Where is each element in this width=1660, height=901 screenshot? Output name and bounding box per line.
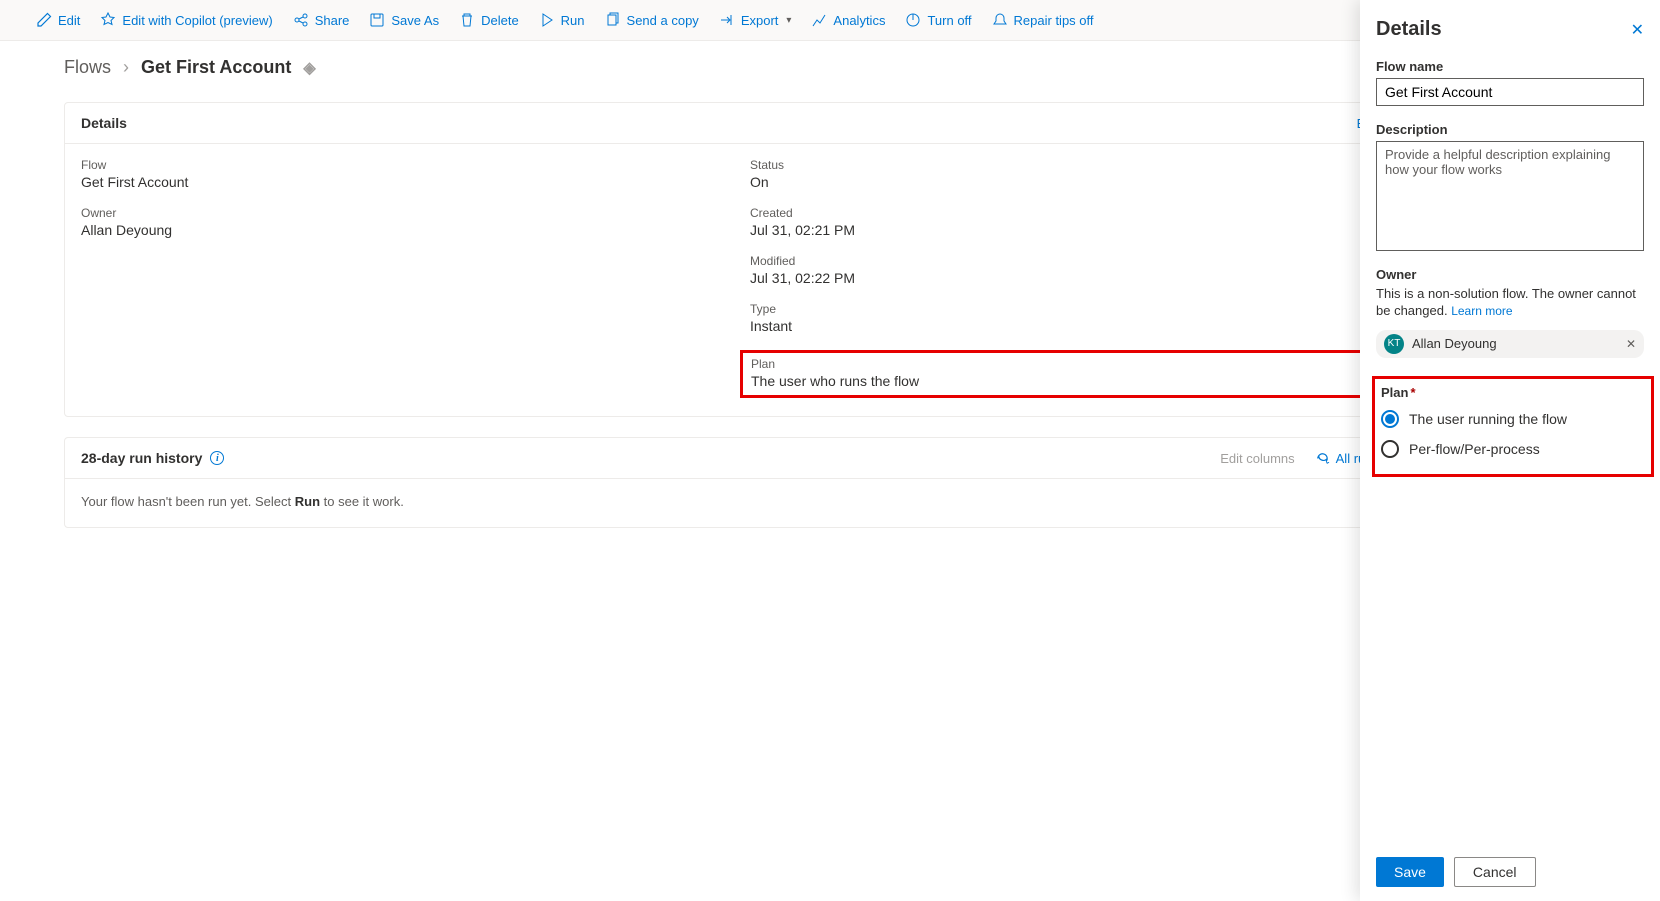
- flow-name-input[interactable]: [1376, 78, 1644, 106]
- play-icon: [539, 12, 555, 28]
- run-button[interactable]: Run: [531, 8, 593, 32]
- edit-copilot-button[interactable]: Edit with Copilot (preview): [92, 8, 280, 32]
- details-card: Details Edit Flow Get First Account Owne…: [64, 102, 1396, 417]
- refresh-icon: [1315, 451, 1330, 466]
- info-icon[interactable]: i: [210, 451, 224, 465]
- details-card-title: Details: [81, 115, 127, 131]
- trash-icon: [459, 12, 475, 28]
- share-button[interactable]: Share: [285, 8, 358, 32]
- send-copy-button[interactable]: Send a copy: [597, 8, 707, 32]
- run-history-note: Your flow hasn't been run yet. Select Ru…: [81, 494, 404, 509]
- owner-note: This is a non-solution flow. The owner c…: [1376, 286, 1644, 320]
- edit-columns-link[interactable]: Edit columns: [1220, 451, 1294, 466]
- radio-unselected-icon: [1381, 440, 1399, 458]
- radio-selected-icon: [1381, 410, 1399, 428]
- details-pane: Details ✕ Flow name Description Owner Th…: [1360, 0, 1660, 901]
- delete-button[interactable]: Delete: [451, 8, 527, 32]
- owner-label: Owner: [1376, 267, 1644, 282]
- breadcrumb-root[interactable]: Flows: [64, 57, 111, 78]
- power-icon: [905, 12, 921, 28]
- run-history-card: 28-day run history i Edit columns All ru…: [64, 437, 1396, 528]
- cancel-button[interactable]: Cancel: [1454, 857, 1536, 887]
- plan-option-user[interactable]: The user running the flow: [1381, 404, 1641, 434]
- edit-button[interactable]: Edit: [28, 8, 88, 32]
- flow-name-label: Flow name: [1376, 59, 1644, 74]
- pane-title: Details: [1376, 18, 1442, 41]
- turn-off-button[interactable]: Turn off: [897, 8, 979, 32]
- share-icon: [293, 12, 309, 28]
- status-field: Status On: [750, 158, 1379, 190]
- plan-field: Plan The user who runs the flow: [751, 357, 1266, 389]
- premium-icon: ◈: [303, 58, 315, 78]
- close-icon[interactable]: ✕: [1631, 20, 1644, 40]
- description-input[interactable]: [1376, 141, 1644, 251]
- repair-tips-button[interactable]: Repair tips off: [984, 8, 1102, 32]
- owner-field: Owner Allan Deyoung: [81, 206, 710, 238]
- breadcrumb-current: Get First Account: [141, 57, 291, 78]
- modified-field: Modified Jul 31, 02:22 PM: [750, 254, 1379, 286]
- breadcrumb-separator: ›: [123, 57, 129, 78]
- copilot-icon: [100, 12, 116, 28]
- save-button[interactable]: Save: [1376, 857, 1444, 887]
- copy-icon: [605, 12, 621, 28]
- owner-chip: KT Allan Deyoung ✕: [1376, 330, 1644, 358]
- bell-icon: [992, 12, 1008, 28]
- pencil-icon: [36, 12, 52, 28]
- chevron-down-icon: ▾: [786, 15, 791, 26]
- plan-label: Plan*: [1381, 385, 1641, 400]
- analytics-button[interactable]: Analytics: [803, 8, 893, 32]
- created-field: Created Jul 31, 02:21 PM: [750, 206, 1379, 238]
- avatar-icon: KT: [1384, 334, 1404, 354]
- analytics-icon: [811, 12, 827, 28]
- export-icon: [719, 12, 735, 28]
- run-history-title: 28-day run history: [81, 450, 202, 466]
- flow-field: Flow Get First Account: [81, 158, 710, 190]
- learn-more-link[interactable]: Learn more: [1451, 304, 1512, 318]
- save-as-button[interactable]: Save As: [361, 8, 447, 32]
- breadcrumb: Flows › Get First Account ◈: [64, 57, 1396, 78]
- remove-owner-icon[interactable]: ✕: [1626, 337, 1636, 351]
- type-field: Type Instant: [750, 302, 1379, 334]
- save-icon: [369, 12, 385, 28]
- export-button[interactable]: Export ▾: [711, 8, 800, 32]
- plan-highlight-box: Plan The user who runs the flow: [740, 350, 1379, 398]
- plan-highlight-box: Plan* The user running the flow Per-flow…: [1372, 376, 1654, 477]
- owner-chip-name: Allan Deyoung: [1412, 336, 1497, 351]
- plan-option-perflow[interactable]: Per-flow/Per-process: [1381, 434, 1641, 464]
- description-label: Description: [1376, 122, 1644, 137]
